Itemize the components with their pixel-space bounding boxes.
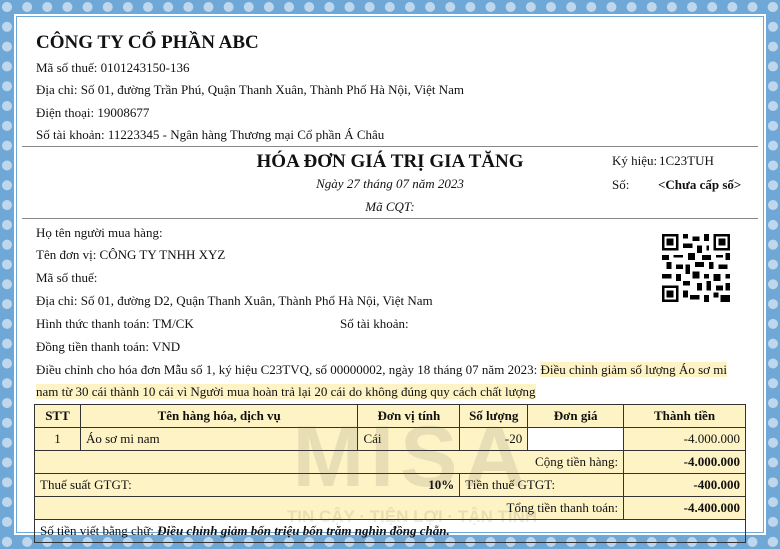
invoice-date: Ngày 27 tháng 07 năm 2023 — [316, 176, 464, 191]
row-price — [527, 427, 625, 451]
buyer-account: Số tài khoản: — [340, 316, 409, 331]
adjustment-note-line1: Điều chỉnh cho hóa đơn Mẫu số 1, ký hiệu… — [36, 362, 727, 378]
table-header-row: STT Tên hàng hóa, dịch vụ Đơn vị tính Số… — [34, 404, 746, 428]
header-name: Tên hàng hóa, dịch vụ — [79, 404, 359, 428]
amount-in-words-row: Số tiền viết bằng chữ: Điều chỉnh giảm b… — [34, 519, 746, 543]
table-row: 1 Áo sơ mi nam Cái -20 -4.000.000 — [34, 427, 746, 451]
buyer-unit: Tên đơn vị: CÔNG TY TNHH XYZ — [36, 247, 226, 262]
vat-rate-cell: Thuế suất GTGT: 10% — [33, 473, 461, 497]
vat-amount-label: Tiền thuế GTGT: — [459, 473, 625, 497]
qr-code-icon — [662, 234, 730, 302]
header-price: Đơn giá — [527, 404, 625, 428]
row-amount: -4.000.000 — [623, 427, 746, 451]
seller-tax-code: Mã số thuế: 0101243150-136 — [36, 60, 190, 75]
amount-in-words-value: Điều chỉnh giảm bốn triệu bốn trăm nghìn… — [157, 523, 450, 538]
row-qty: -20 — [459, 427, 529, 451]
seller-company-name: CÔNG TY CỔ PHẦN ABC — [36, 32, 259, 53]
subtotal-label: Cộng tiền hàng: — [33, 450, 625, 474]
buyer-tax-code: Mã số thuế: — [36, 270, 98, 285]
vat-amount-value: -400.000 — [623, 473, 746, 497]
subtotal-value: -4.000.000 — [623, 450, 746, 474]
adjustment-note-line2: nam từ 30 cái thành 10 cái vì Người mua … — [36, 384, 536, 400]
invoice-number-value: <Chưa cấp số> — [658, 177, 742, 192]
adjustment-prefix: Điều chỉnh cho hóa đơn Mẫu số 1, ký hiệu… — [36, 362, 538, 377]
buyer-currency: Đồng tiền thanh toán: VND — [36, 339, 181, 354]
seller-address: Địa chỉ: Số 01, đường Trần Phú, Quận Tha… — [36, 82, 465, 97]
invoice-symbol-value: 1C23TUH — [659, 153, 714, 168]
invoice-mcqt: Mã CQT: — [365, 199, 415, 214]
items-table: STT Tên hàng hóa, dịch vụ Đơn vị tính Số… — [33, 404, 746, 543]
invoice-number-label: Số: — [612, 177, 630, 192]
buyer-name: Họ tên người mua hàng: — [36, 225, 163, 240]
seller-phone: Điện thoại: 19008677 — [36, 105, 150, 120]
subtotal-row: Cộng tiền hàng: -4.000.000 — [33, 450, 746, 474]
buyer-address: Địa chỉ: Số 01, đường D2, Quận Thanh Xuâ… — [36, 293, 433, 308]
total-label: Tổng tiền thanh toán: — [33, 496, 625, 520]
total-row: Tổng tiền thanh toán: -4.400.000 — [33, 496, 746, 520]
total-value: -4.400.000 — [623, 496, 746, 520]
header-qty: Số lượng — [459, 404, 529, 428]
invoice-document: CÔNG TY CỔ PHẦN ABC Mã số thuế: 01012431… — [22, 22, 758, 549]
amount-in-words-cell: Số tiền viết bằng chữ: Điều chỉnh giảm b… — [34, 519, 746, 543]
row-name: Áo sơ mi nam — [79, 427, 359, 451]
adjustment-highlight-2: nam từ 30 cái thành 10 cái vì Người mua … — [36, 384, 536, 399]
row-stt: 1 — [34, 427, 81, 451]
amount-in-words-label: Số tiền viết bằng chữ: — [40, 523, 154, 538]
vat-row: Thuế suất GTGT: 10% Tiền thuế GTGT: -400… — [33, 473, 746, 497]
invoice-symbol-label: Ký hiệu: — [612, 153, 658, 168]
vat-rate-label: Thuế suất GTGT: — [40, 477, 132, 492]
adjustment-highlight-1: Điều chỉnh giảm số lượng Áo sơ mi — [540, 362, 727, 377]
separator-top — [22, 146, 758, 147]
seller-account: Số tài khoản: 11223345 - Ngân hàng Thươn… — [36, 127, 385, 142]
header-unit: Đơn vị tính — [357, 404, 461, 428]
header-amount: Thành tiền — [623, 404, 746, 428]
header-stt: STT — [34, 404, 81, 428]
separator-mid — [22, 218, 758, 219]
row-unit: Cái — [357, 427, 461, 451]
buyer-payment-method: Hình thức thanh toán: TM/CK — [36, 316, 194, 331]
vat-rate-value: 10% — [428, 477, 455, 492]
